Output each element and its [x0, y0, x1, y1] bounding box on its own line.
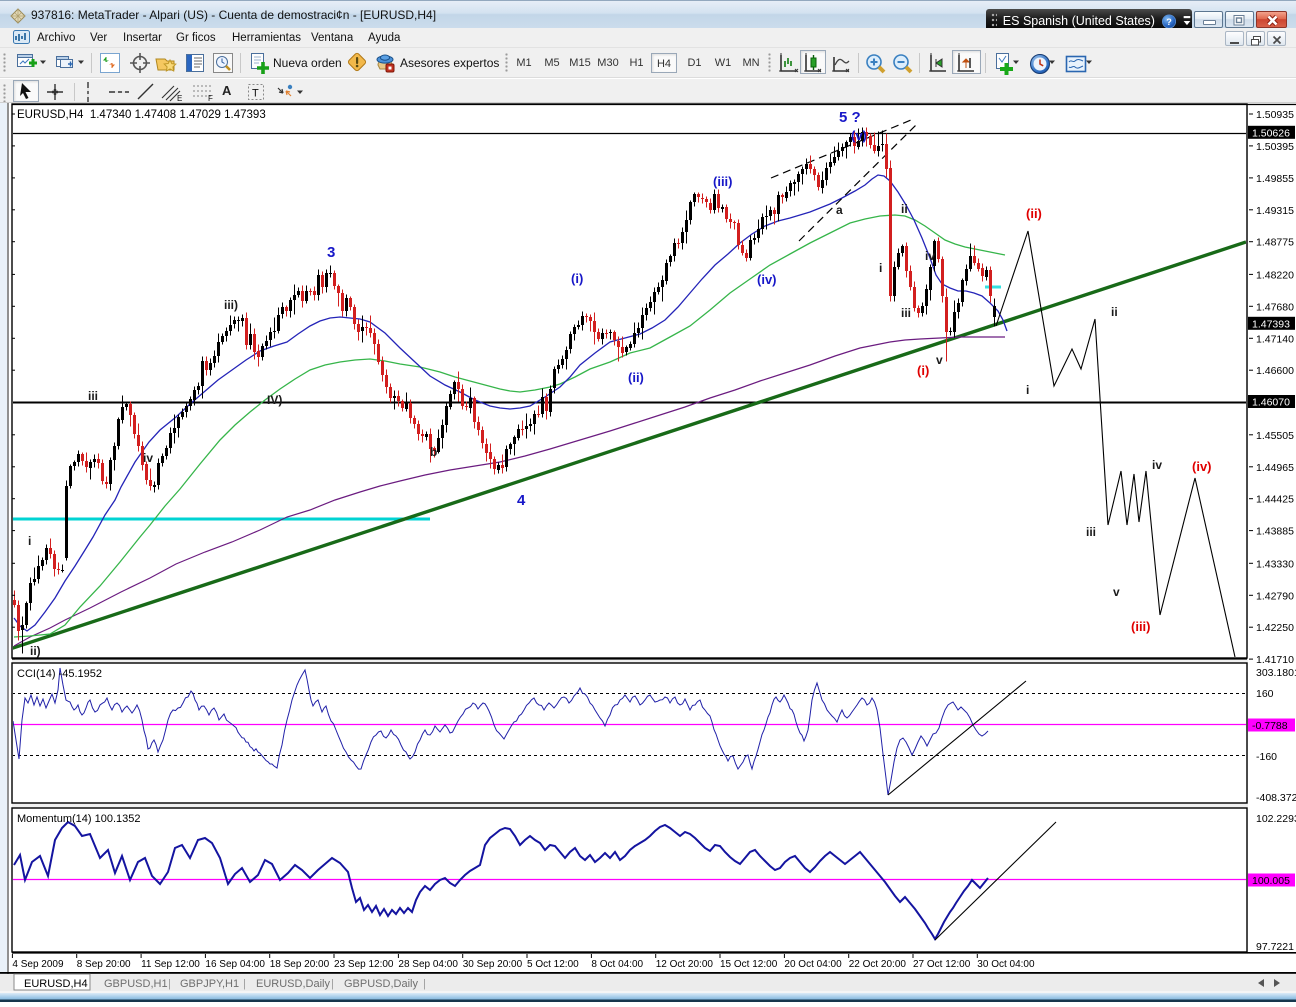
svg-text:1.47680: 1.47680 — [1256, 301, 1294, 313]
svg-text:102.2293: 102.2293 — [1256, 813, 1296, 825]
svg-text:iv: iv — [143, 451, 153, 465]
svg-text:1.44965: 1.44965 — [1256, 462, 1294, 474]
svg-text:-160: -160 — [1256, 751, 1277, 763]
svg-text:30 Oct 04:00: 30 Oct 04:00 — [977, 959, 1035, 970]
svg-text:(i): (i) — [571, 271, 583, 286]
svg-text:v: v — [1113, 585, 1120, 599]
svg-text:iii): iii) — [224, 298, 238, 312]
svg-text:|: | — [423, 978, 426, 990]
svg-text:iii: iii — [88, 389, 98, 403]
svg-text:ii: ii — [1111, 305, 1118, 319]
svg-text:1.49315: 1.49315 — [1256, 205, 1294, 217]
svg-text:1.43885: 1.43885 — [1256, 526, 1294, 538]
svg-text:28 Sep 04:00: 28 Sep 04:00 — [398, 959, 458, 970]
svg-text:ii: ii — [901, 202, 908, 216]
svg-text:1.47393: 1.47393 — [1252, 318, 1290, 330]
svg-text:1.48220: 1.48220 — [1256, 269, 1294, 281]
svg-text:iii: iii — [1086, 525, 1096, 539]
svg-text:IV): IV) — [267, 393, 282, 407]
svg-text:GBPUSD,Daily: GBPUSD,Daily — [344, 978, 418, 990]
svg-text:20 Oct 04:00: 20 Oct 04:00 — [784, 959, 842, 970]
svg-text:23 Sep 12:00: 23 Sep 12:00 — [334, 959, 394, 970]
svg-text:EURUSD,Daily: EURUSD,Daily — [256, 978, 330, 990]
svg-text:v: v — [936, 353, 943, 367]
svg-text:GBPJPY,H1: GBPJPY,H1 — [180, 978, 239, 990]
svg-text:12 Oct 20:00: 12 Oct 20:00 — [656, 959, 714, 970]
svg-text:F: F — [208, 94, 213, 102]
svg-text:-0.7788: -0.7788 — [1252, 720, 1288, 732]
svg-text:(v): (v) — [851, 128, 867, 143]
svg-text:(iv): (iv) — [1192, 459, 1212, 474]
svg-text:8 Sep 20:00: 8 Sep 20:00 — [77, 959, 131, 970]
svg-text:1.48775: 1.48775 — [1256, 237, 1294, 249]
svg-text:1.50935: 1.50935 — [1256, 109, 1294, 121]
svg-text:4 Sep 2009: 4 Sep 2009 — [12, 959, 64, 970]
svg-text:ii): ii) — [30, 644, 41, 658]
svg-text:i: i — [1026, 383, 1029, 397]
svg-text:15 Oct 12:00: 15 Oct 12:00 — [720, 959, 778, 970]
svg-text:1.46070: 1.46070 — [1252, 397, 1290, 409]
svg-text:5 ?: 5 ? — [839, 109, 861, 126]
svg-text:|: | — [331, 978, 334, 990]
svg-text:(iii): (iii) — [1131, 619, 1151, 634]
svg-text:27 Oct 12:00: 27 Oct 12:00 — [913, 959, 971, 970]
svg-text:3: 3 — [327, 244, 335, 261]
svg-text:1.50626: 1.50626 — [1252, 127, 1290, 139]
svg-text:-408.372: -408.372 — [1256, 792, 1296, 804]
svg-text:1.47140: 1.47140 — [1256, 333, 1294, 345]
svg-text:T: T — [252, 88, 259, 100]
svg-text:1.42250: 1.42250 — [1256, 622, 1294, 634]
svg-text:iv: iv — [1152, 458, 1162, 472]
svg-text:1.42790: 1.42790 — [1256, 590, 1294, 602]
svg-text:i: i — [28, 534, 31, 548]
svg-text:EURUSD,H4: EURUSD,H4 — [24, 978, 88, 990]
svg-text:4: 4 — [517, 492, 526, 509]
svg-text:1.45505: 1.45505 — [1256, 430, 1294, 442]
svg-text:1.44425: 1.44425 — [1256, 494, 1294, 506]
svg-text:(iv): (iv) — [757, 272, 777, 287]
svg-text:iv: iv — [925, 249, 935, 263]
svg-text:1.43330: 1.43330 — [1256, 558, 1294, 570]
svg-text:a: a — [836, 203, 843, 217]
svg-text:b: b — [430, 445, 437, 459]
svg-text:5 Oct 12:00: 5 Oct 12:00 — [527, 959, 579, 970]
svg-text:i: i — [879, 261, 882, 275]
svg-text:|: | — [168, 978, 171, 990]
svg-text:(iii): (iii) — [713, 174, 733, 189]
svg-text:22 Oct 20:00: 22 Oct 20:00 — [849, 959, 907, 970]
svg-text:11 Sep 12:00: 11 Sep 12:00 — [141, 959, 200, 970]
svg-text:30 Sep 20:00: 30 Sep 20:00 — [463, 959, 523, 970]
svg-text:1.50395: 1.50395 — [1256, 141, 1294, 153]
svg-text:8 Oct 04:00: 8 Oct 04:00 — [591, 959, 643, 970]
svg-text:100.005: 100.005 — [1252, 875, 1290, 887]
svg-text:|: | — [243, 978, 246, 990]
svg-text:16 Sep 04:00: 16 Sep 04:00 — [205, 959, 265, 970]
svg-text:160: 160 — [1256, 688, 1274, 700]
svg-text:303.1801: 303.1801 — [1256, 667, 1296, 679]
svg-text:?: ? — [1166, 16, 1172, 26]
svg-text:(ii): (ii) — [628, 370, 644, 385]
svg-text:GBPUSD,H1: GBPUSD,H1 — [104, 978, 168, 990]
svg-text:1.49855: 1.49855 — [1256, 173, 1294, 185]
svg-text:iii: iii — [901, 306, 911, 320]
svg-text:(ii): (ii) — [1026, 206, 1042, 221]
svg-text:Momentum(14) 100.1352: Momentum(14) 100.1352 — [17, 813, 141, 825]
svg-text:1.41710: 1.41710 — [1256, 654, 1294, 666]
svg-text:18 Sep 20:00: 18 Sep 20:00 — [270, 959, 330, 970]
svg-text:EURUSD,H4 1.47340 1.47408 1.4: EURUSD,H4 1.47340 1.47408 1.47029 1.4739… — [17, 109, 266, 121]
svg-text:(i): (i) — [917, 363, 929, 378]
svg-text:1.46600: 1.46600 — [1256, 365, 1294, 377]
svg-text:97.7221: 97.7221 — [1256, 941, 1294, 953]
svg-text:E: E — [177, 94, 182, 102]
svg-text:CCI(14) -45.1952: CCI(14) -45.1952 — [17, 668, 102, 680]
